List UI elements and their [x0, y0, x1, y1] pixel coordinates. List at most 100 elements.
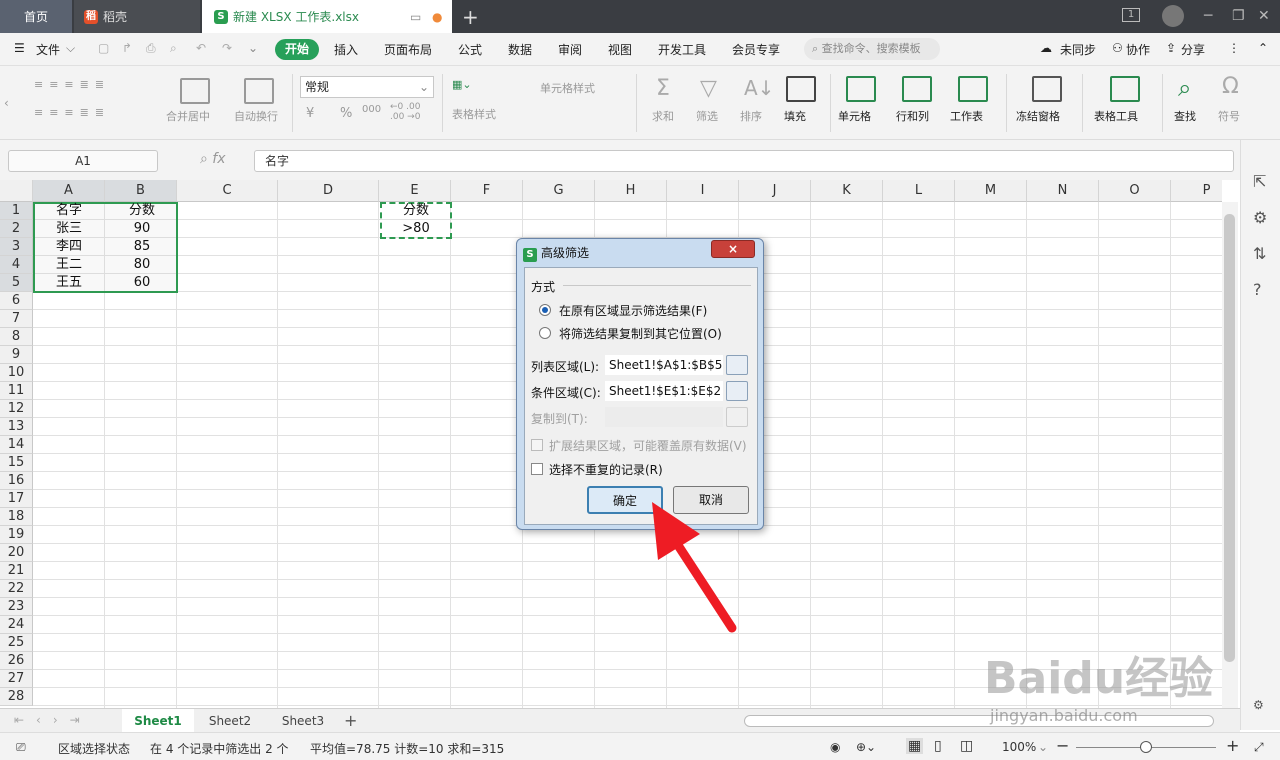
help-icon[interactable]: ?: [1253, 280, 1262, 299]
column-header-I[interactable]: I: [667, 180, 739, 202]
close-icon[interactable]: ✕: [1258, 8, 1270, 24]
table-style-button[interactable]: 表格样式: [452, 106, 496, 122]
window-count-badge[interactable]: 1: [1122, 8, 1140, 22]
eye-icon[interactable]: ◉: [830, 740, 840, 754]
column-header-C[interactable]: C: [177, 180, 278, 202]
row-header-22[interactable]: 22: [0, 580, 33, 598]
ribbon-scroll-left-icon[interactable]: ‹: [4, 96, 9, 110]
column-header-B[interactable]: B: [105, 180, 177, 202]
zoom-level[interactable]: 100%: [1002, 740, 1036, 754]
cursor-icon[interactable]: ⇱: [1253, 172, 1266, 191]
menu-file[interactable]: 文件: [36, 41, 60, 58]
menu-member[interactable]: 会员专享: [732, 41, 780, 58]
tab-docer[interactable]: 稻稻壳: [74, 0, 200, 33]
number-format-select[interactable]: 常规 ⌄: [300, 76, 434, 98]
cell-E2[interactable]: >80: [380, 220, 452, 238]
horizontal-scrollbar[interactable]: [744, 715, 1214, 727]
percent-button[interactable]: %: [340, 106, 352, 121]
column-header-G[interactable]: G: [523, 180, 595, 202]
row-header-7[interactable]: 7: [0, 310, 33, 328]
print-icon[interactable]: ⎙: [146, 41, 156, 56]
radio-inplace-label[interactable]: 在原有区域显示筛选结果(F): [559, 302, 707, 319]
tab-file[interactable]: S 新建 XLSX 工作表.xlsx ▭ ●: [202, 0, 452, 33]
sheet-tab-3[interactable]: Sheet3: [266, 709, 340, 733]
settings-icon[interactable]: ⚙: [1253, 698, 1264, 712]
column-header-E[interactable]: E: [379, 180, 451, 202]
row-header-18[interactable]: 18: [0, 508, 33, 526]
collab-button[interactable]: 协作: [1126, 41, 1150, 58]
select-all-corner[interactable]: [0, 180, 33, 202]
add-sheet-button[interactable]: +: [344, 711, 357, 730]
restore-icon[interactable]: ❐: [1232, 8, 1245, 24]
sheet-button[interactable]: 工作表: [950, 108, 983, 124]
cancel-button[interactable]: 取消: [673, 486, 749, 514]
row-header-9[interactable]: 9: [0, 346, 33, 364]
row-header-25[interactable]: 25: [0, 634, 33, 652]
cell-B4[interactable]: 80: [106, 256, 178, 274]
sheet-tab-2[interactable]: Sheet2: [196, 709, 264, 733]
row-header-11[interactable]: 11: [0, 382, 33, 400]
find-button[interactable]: 查找: [1174, 108, 1196, 124]
dialog-close-button[interactable]: ×: [711, 240, 755, 258]
menu-page-layout[interactable]: 页面布局: [384, 41, 432, 58]
cell-A5[interactable]: 王五: [33, 274, 105, 292]
row-header-8[interactable]: 8: [0, 328, 33, 346]
symbol-button[interactable]: 符号: [1218, 108, 1240, 124]
zoom-in-icon[interactable]: +: [1226, 736, 1239, 755]
sheet-nav-icons[interactable]: ⇤‹›⇥: [14, 713, 92, 727]
fx-icon[interactable]: ⌕ fx: [200, 151, 226, 167]
name-box[interactable]: A1: [8, 150, 158, 172]
formula-input[interactable]: 名字: [254, 150, 1234, 172]
radio-copy[interactable]: [539, 327, 551, 339]
row-header-17[interactable]: 17: [0, 490, 33, 508]
hamburger-icon[interactable]: ☰: [14, 41, 25, 55]
share-button[interactable]: 分享: [1181, 41, 1205, 58]
tab-home[interactable]: 首页: [0, 0, 72, 33]
cell-A1[interactable]: 名字: [33, 202, 105, 220]
table-tools-button[interactable]: 表格工具: [1094, 108, 1138, 124]
row-header-28[interactable]: 28: [0, 688, 33, 706]
table-icon[interactable]: ▦⌄: [452, 78, 472, 91]
merge-button[interactable]: 合并居中: [166, 108, 210, 124]
minimize-icon[interactable]: ─: [1204, 8, 1212, 24]
cell-button[interactable]: 单元格: [838, 108, 871, 124]
sort-button[interactable]: 排序: [740, 108, 762, 124]
rowcol-button[interactable]: 行和列: [896, 108, 929, 124]
sheet-tab-1[interactable]: Sheet1: [122, 709, 194, 733]
column-header-K[interactable]: K: [811, 180, 883, 202]
export-icon[interactable]: ↱: [122, 41, 132, 55]
column-header-M[interactable]: M: [955, 180, 1027, 202]
vertical-scrollbar[interactable]: [1222, 202, 1238, 708]
menu-review[interactable]: 审阅: [558, 41, 582, 58]
menu-data[interactable]: 数据: [508, 41, 532, 58]
fill-button[interactable]: 填充: [784, 108, 806, 124]
decimal-buttons[interactable]: ←0 .00.00 →0: [390, 102, 420, 122]
monitor-icon[interactable]: ▭: [410, 10, 421, 24]
save-icon[interactable]: ▢: [98, 41, 109, 55]
column-header-N[interactable]: N: [1027, 180, 1099, 202]
new-tab-button[interactable]: +: [462, 5, 479, 29]
status-mode-icon[interactable]: ⎚: [16, 740, 26, 755]
row-header-16[interactable]: 16: [0, 472, 33, 490]
row-header-15[interactable]: 15: [0, 454, 33, 472]
row-header-1[interactable]: 1: [0, 202, 33, 220]
row-header-23[interactable]: 23: [0, 598, 33, 616]
cell-B3[interactable]: 85: [106, 238, 178, 256]
column-header-P[interactable]: P: [1171, 180, 1222, 202]
cell-A3[interactable]: 李四: [33, 238, 105, 256]
redo-icon[interactable]: ↷: [222, 41, 232, 55]
menu-view[interactable]: 视图: [608, 41, 632, 58]
column-header-J[interactable]: J: [739, 180, 811, 202]
column-header-A[interactable]: A: [33, 180, 105, 202]
row-header-26[interactable]: 26: [0, 652, 33, 670]
zoom-out-icon[interactable]: −: [1056, 736, 1069, 755]
row-header-20[interactable]: 20: [0, 544, 33, 562]
center-icon[interactable]: ⊕⌄: [856, 740, 876, 754]
cell-A2[interactable]: 张三: [33, 220, 105, 238]
page-view-icon[interactable]: ▯: [934, 738, 942, 754]
sync-button[interactable]: 未同步: [1060, 41, 1096, 58]
preview-icon[interactable]: ⌕: [170, 41, 177, 56]
more-icon[interactable]: ⌄: [248, 41, 258, 55]
wrap-button[interactable]: 自动换行: [234, 108, 278, 124]
command-search[interactable]: ⌕ 查找命令、搜索模板: [804, 38, 940, 60]
